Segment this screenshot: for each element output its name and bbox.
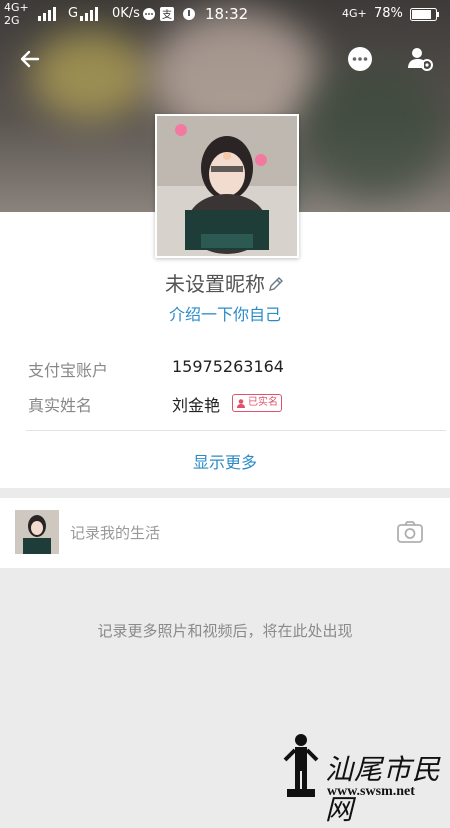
avatar[interactable] (155, 114, 299, 258)
edit-pencil-icon[interactable] (267, 274, 285, 298)
real-name-label: 真实姓名 (28, 396, 93, 415)
back-arrow-icon (20, 50, 40, 68)
chat-bubble-icon (348, 47, 372, 71)
verified-person-icon (237, 399, 245, 408)
empty-state-hint: 记录更多照片和视频后，将在此处出现 (97, 622, 353, 640)
app-notification-icon: 支 (160, 7, 174, 25)
battery-percent: 78% (374, 6, 403, 21)
alipay-account-value: 15975263164 (172, 357, 284, 376)
network-speed: 0K/s (112, 6, 140, 21)
intro-link[interactable]: 介绍一下你自己 (0, 301, 450, 325)
carrier-label: G (68, 6, 79, 21)
top-bar (0, 38, 450, 82)
watermark: 汕尾市民网 www.swsm.net (283, 730, 450, 826)
notification-icon (182, 7, 196, 25)
back-button[interactable] (12, 41, 48, 77)
message-icon (142, 7, 156, 25)
verified-badge-text: 已实名 (248, 397, 278, 408)
profile-settings-button[interactable] (402, 41, 438, 77)
show-more-button[interactable]: 显示更多 (0, 449, 450, 473)
clock: 18:32 (205, 5, 249, 23)
verified-badge: 已实名 (232, 394, 282, 412)
network-label-2: 2G (4, 14, 20, 27)
network-label: 4G+ (4, 1, 29, 14)
svg-text:支: 支 (162, 9, 172, 21)
life-post-prompt[interactable]: 记录我的生活 (70, 522, 160, 543)
signal-icon-2 (80, 7, 102, 25)
life-post-bar[interactable]: 记录我的生活 (0, 498, 450, 568)
alipay-account-label: 支付宝账户 (28, 361, 109, 380)
network-label-right: 4G+ (342, 7, 367, 20)
watermark-url: www.swsm.net (327, 784, 415, 799)
battery-icon (410, 8, 440, 25)
nickname-row[interactable]: 未设置昵称 (0, 268, 450, 298)
signal-icon (38, 7, 58, 25)
life-avatar (15, 510, 59, 554)
user-settings-icon (408, 48, 433, 71)
chat-button[interactable] (342, 41, 378, 77)
watermark-logo-icon (283, 734, 319, 797)
camera-icon[interactable] (396, 520, 424, 548)
nickname: 未设置昵称 (165, 272, 265, 296)
divider (26, 430, 446, 431)
real-name-value: 刘金艳 (172, 396, 221, 415)
status-bar: 4G+ 2G G 0K/s 支 18:32 4G+ 78% (0, 0, 450, 30)
